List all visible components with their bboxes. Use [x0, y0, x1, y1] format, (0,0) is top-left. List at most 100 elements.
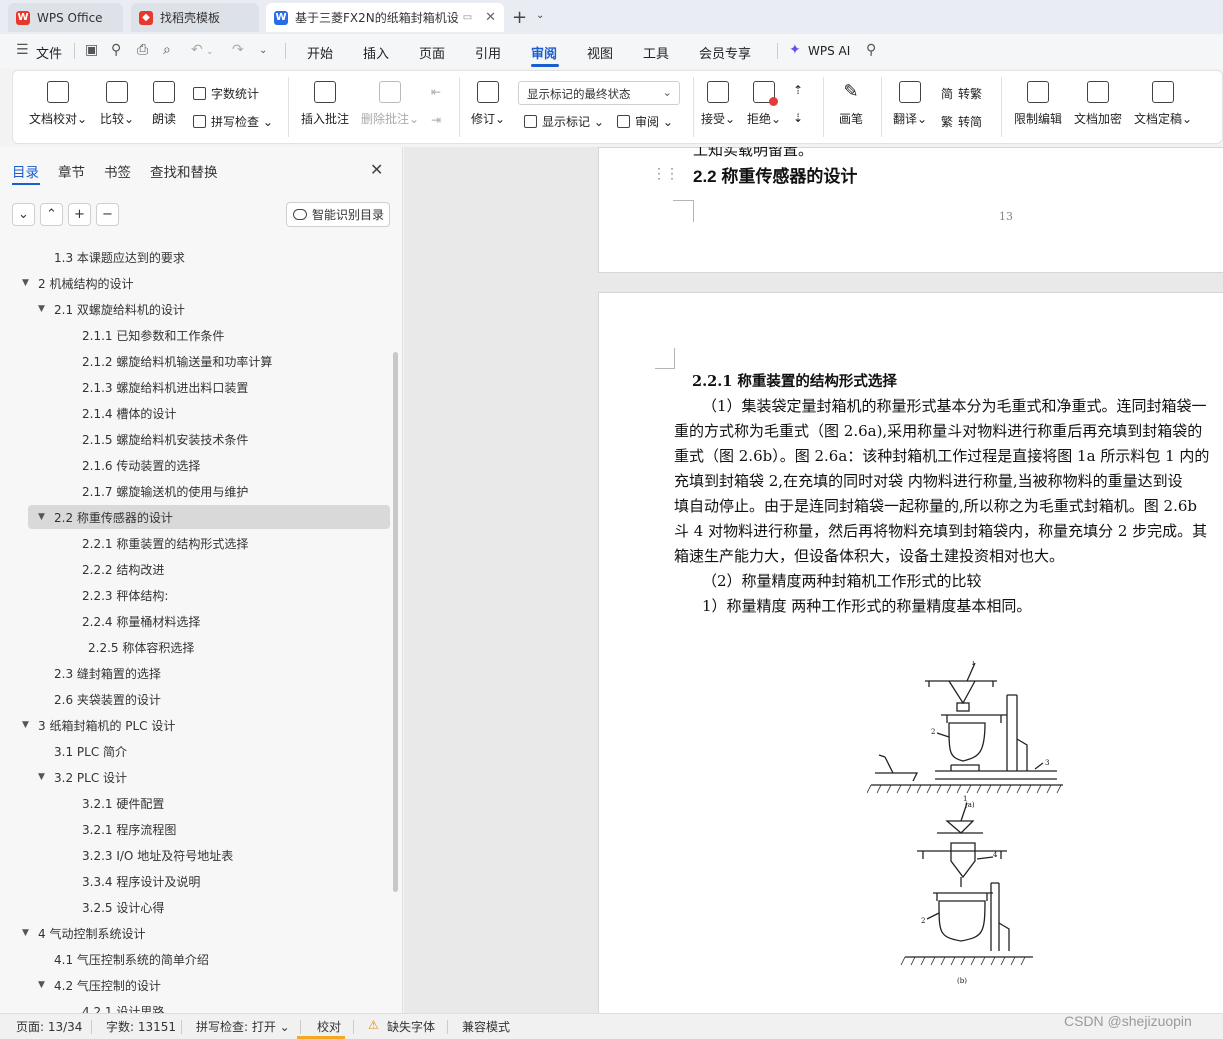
collapse-all-button[interactable]: ⌄ [12, 203, 35, 226]
toc-item[interactable]: ▼ 2 机械结构的设计 [0, 271, 390, 295]
menu-review[interactable]: 审阅 [531, 43, 557, 62]
chevron-down-icon[interactable]: ⌄ [536, 10, 544, 21]
to-traditional-button[interactable]: 简 转繁 [941, 85, 982, 102]
spell-check-button[interactable]: 拼写检查 ⌄ [193, 113, 273, 130]
toc-item[interactable]: 4.1 气压控制系统的简单介绍 [0, 947, 390, 971]
close-tab-icon[interactable]: ✕ [485, 10, 496, 25]
chevron-down-icon[interactable]: ⌄ [206, 47, 214, 57]
redo-icon[interactable]: ↷ [232, 42, 244, 58]
markup-state-select[interactable]: 显示标记的最终状态 ⌄ [518, 81, 680, 105]
close-pane-icon[interactable]: ✕ [370, 160, 383, 179]
document-canvas[interactable]: 工知实载明留置。 ⋮⋮ 2.2 称重传感器的设计 13 2.2.1 称重装置的结… [404, 147, 1223, 1013]
undo-icon[interactable]: ↶ [191, 42, 203, 58]
accept-button[interactable]: 接受⌄ [701, 81, 735, 127]
paragraph-line[interactable]: 斗 4 对物料进行称量，然后再将物料充填到封箱袋内，称量充填分 2 步完成。其 [674, 520, 1207, 541]
toc-item[interactable]: 2.2.1 称重装置的结构形式选择 [0, 531, 390, 555]
missing-font-button[interactable]: 缺失字体 [387, 1018, 435, 1035]
menu-insert[interactable]: 插入 [363, 43, 389, 62]
print-preview-icon[interactable]: ⌕ [163, 42, 171, 58]
toc-item[interactable]: ▼ 3.2 PLC 设计 [0, 765, 390, 789]
restrict-edit-button[interactable]: 限制编辑 [1014, 81, 1062, 127]
subsection-heading[interactable]: 2.2.1 称重装置的结构形式选择 [692, 370, 897, 391]
smart-toc-button[interactable]: 智能识别目录 [286, 202, 390, 227]
tab-document[interactable]: W 基于三菱FX2N的纸箱封箱机设 ▭ ✕ [266, 3, 504, 32]
menu-page[interactable]: 页面 [419, 43, 445, 62]
paragraph-line[interactable]: 1）称量精度 两种工作形式的称量精度基本相同。 [702, 595, 1031, 616]
toc-item[interactable]: 3.1 PLC 简介 [0, 739, 390, 763]
prev-comment-icon[interactable]: ⇤ [431, 85, 441, 99]
menu-wps-ai[interactable]: WPS AI [808, 44, 850, 58]
toc-item[interactable]: 2.2.2 结构改进 [0, 557, 390, 581]
expand-triangle-icon[interactable]: ▼ [22, 928, 36, 938]
next-comment-icon[interactable]: ⇥ [431, 113, 441, 127]
menu-references[interactable]: 引用 [475, 43, 501, 62]
menu-view[interactable]: 视图 [587, 43, 613, 62]
revise-button[interactable]: 修订⌄ [471, 81, 505, 127]
toc-item[interactable]: 3.2.5 设计心得 [0, 895, 390, 919]
paragraph-line[interactable]: 充填到封箱袋 2,在充填的同时对袋 内物料进行称量,当被称物料的重量达到设 [674, 470, 1183, 491]
finalize-doc-button[interactable]: 文档定稿⌄ [1134, 81, 1192, 127]
toc-item[interactable]: 3.3.4 程序设计及说明 [0, 869, 390, 893]
menu-membership[interactable]: 会员专享 [699, 43, 751, 62]
delete-comment-button[interactable]: 删除批注⌄ [361, 81, 419, 127]
toc-item[interactable]: 2.2.4 称量桶材料选择 [0, 609, 390, 633]
expand-up-button[interactable]: ⌃ [40, 203, 63, 226]
page-indicator[interactable]: 页面: 13/34 [16, 1018, 82, 1035]
new-tab-icon[interactable]: + [512, 7, 527, 28]
expand-triangle-icon[interactable]: ▼ [38, 980, 52, 990]
toc-item[interactable]: ▼ 2.2 称重传感器的设计 [28, 505, 390, 529]
next-change-icon[interactable]: ⇣ [793, 111, 803, 125]
toc-item[interactable]: 4.2.1 设计思路 [0, 999, 390, 1014]
toc-item[interactable]: 2.1.5 螺旋给料机安装技术条件 [0, 427, 390, 451]
word-count[interactable]: 字数: 13151 [106, 1018, 176, 1035]
expand-triangle-icon[interactable]: ▼ [38, 512, 52, 522]
proofread-button[interactable]: 校对 [317, 1018, 341, 1035]
hamburger-icon[interactable]: ☰ [16, 42, 29, 58]
paragraph-line[interactable]: 重式（图 2.6b）。图 2.6a：该种封箱机工作过程是直接将图 1a 所示料包… [674, 445, 1209, 466]
share-icon[interactable]: ⚲ [111, 42, 121, 58]
show-markup-button[interactable]: 显示标记 ⌄ [524, 113, 604, 130]
doc-check-button[interactable]: 文档校对⌄ [29, 81, 87, 127]
nav-tab-bookmarks[interactable]: 书签 [104, 161, 131, 181]
encrypt-doc-button[interactable]: 文档加密 [1074, 81, 1122, 127]
paragraph-line[interactable]: （1）集装袋定量封箱机的称量形式基本分为毛重式和净重式。连同封箱袋一 [702, 395, 1207, 416]
save-icon[interactable]: ▣ [85, 42, 98, 58]
toc-item[interactable]: ▼ 2.1 双螺旋给料机的设计 [0, 297, 390, 321]
toc-item[interactable]: 3.2.1 硬件配置 [0, 791, 390, 815]
nav-tab-find-replace[interactable]: 查找和替换 [150, 161, 218, 181]
reject-button[interactable]: 拒绝⌄ [747, 81, 781, 127]
expand-triangle-icon[interactable]: ▼ [22, 720, 36, 730]
paragraph-line[interactable]: 重的方式称为毛重式（图 2.6a),采用称量斗对物料进行称重后再充填到封箱袋的 [674, 420, 1202, 441]
translate-button[interactable]: 翻译⌄ [893, 81, 927, 127]
remove-heading-button[interactable]: − [96, 203, 119, 226]
section-heading[interactable]: 2.2 称重传感器的设计 [693, 162, 857, 187]
compare-button[interactable]: 比较⌄ [100, 81, 134, 127]
toc-item[interactable]: 2.1.4 槽体的设计 [0, 401, 390, 425]
toc-item[interactable]: ▼ 4 气动控制系统设计 [0, 921, 390, 945]
paragraph-line[interactable]: 填自动停止。由于是连同封箱袋一起称量的,所以称之为毛重式封箱机。图 2.6b [674, 495, 1197, 516]
drag-handle-icon[interactable]: ⋮⋮ [652, 166, 679, 182]
expand-triangle-icon[interactable]: ▼ [38, 304, 52, 314]
toc-item[interactable]: 2.1.2 螺旋给料机输送量和功率计算 [0, 349, 390, 373]
review-pane-button[interactable]: 审阅 ⌄ [617, 113, 673, 130]
nav-tab-chapters[interactable]: 章节 [58, 161, 85, 181]
toc-item[interactable]: 2.3 缝封箱置的选择 [0, 661, 390, 685]
tab-docer-templates[interactable]: ◆ 找稻壳模板 [131, 3, 259, 32]
expand-triangle-icon[interactable]: ▼ [38, 772, 52, 782]
expand-triangle-icon[interactable]: ▼ [22, 278, 36, 288]
toc-item[interactable]: 2.6 夹袋装置的设计 [0, 687, 390, 711]
paragraph-line[interactable]: （2）称量精度两种封箱机工作形式的比较 [702, 570, 982, 591]
toc-item[interactable]: 2.1.3 螺旋给料机进出料口装置 [0, 375, 390, 399]
toc-item[interactable]: 2.2.5 称体容积选择 [0, 635, 390, 659]
word-count-button[interactable]: 字数统计 [193, 85, 259, 102]
toc-item[interactable]: 3.2.1 程序流程图 [0, 817, 390, 841]
toc-item[interactable]: ▼ 3 纸箱封箱机的 PLC 设计 [0, 713, 390, 737]
toc-scrollbar[interactable] [393, 352, 398, 892]
insert-comment-button[interactable]: 插入批注 [301, 81, 349, 127]
toc-item[interactable]: 1.3 本课题应达到的要求 [0, 245, 390, 269]
to-simplified-button[interactable]: 繁 转简 [941, 113, 982, 130]
toc-item[interactable]: 2.1.6 传动装置的选择 [0, 453, 390, 477]
search-icon[interactable]: ⚲ [866, 42, 876, 58]
toc-item[interactable]: 2.2.3 秤体结构: [0, 583, 390, 607]
menu-home[interactable]: 开始 [307, 43, 333, 62]
